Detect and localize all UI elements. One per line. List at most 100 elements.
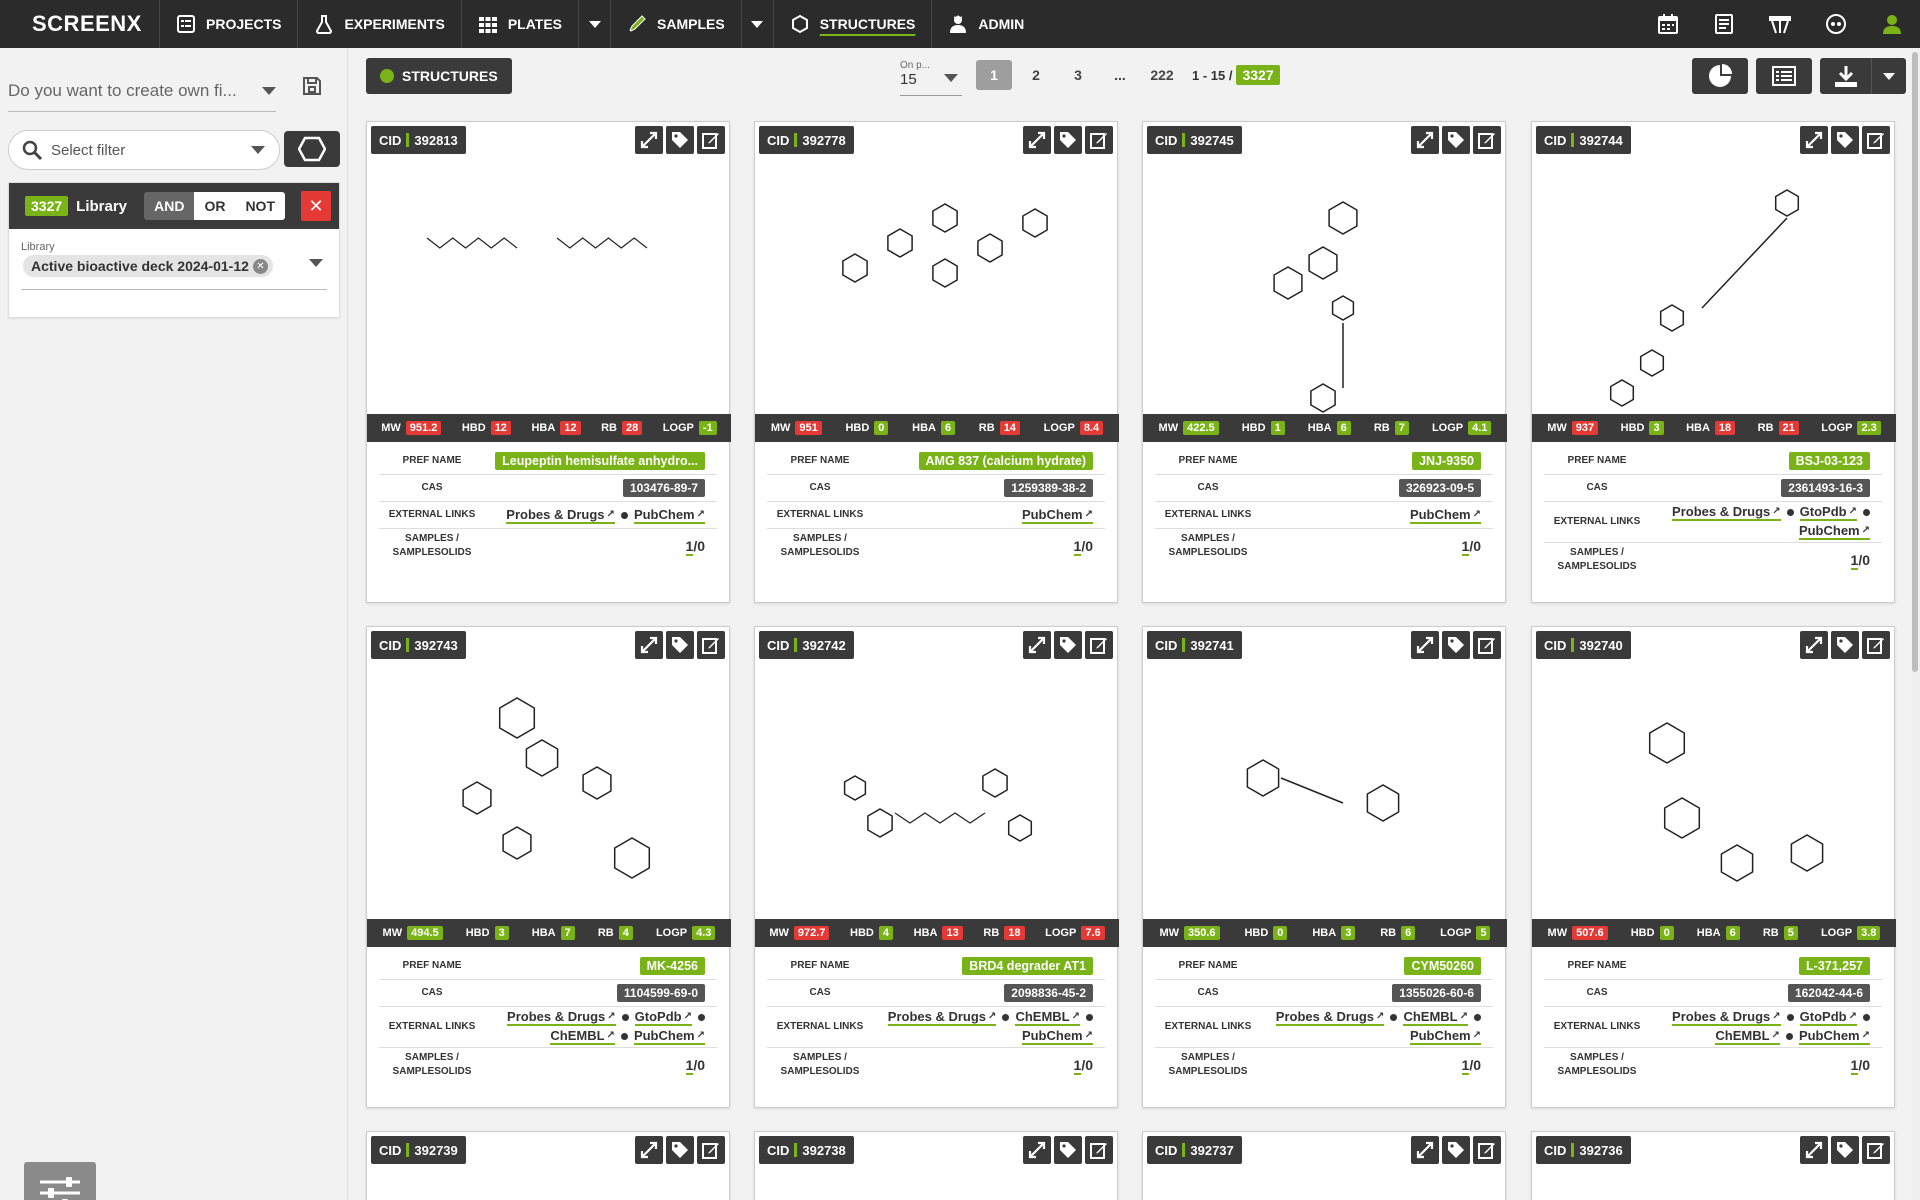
edit-button[interactable] — [1473, 126, 1501, 154]
structures-view-button[interactable]: STRUCTURES — [366, 58, 512, 94]
cas-value[interactable]: 103476-89-7 — [622, 479, 705, 497]
external-link[interactable]: Probes & Drugs ↗ — [506, 507, 615, 524]
nav-samples[interactable]: SAMPLES — [611, 0, 742, 48]
external-link[interactable]: GtoPdb ↗ — [634, 1009, 692, 1026]
tag-button[interactable] — [666, 631, 694, 659]
nav-plates[interactable]: PLATES — [462, 0, 580, 48]
download-button[interactable] — [1820, 58, 1872, 94]
expand-button[interactable] — [1411, 631, 1439, 659]
user-button[interactable] — [1864, 0, 1920, 48]
expand-button[interactable] — [635, 1136, 663, 1164]
pref-name-value[interactable]: JNJ-9350 — [1412, 452, 1481, 470]
molecule-structure-image[interactable] — [755, 158, 1119, 414]
external-link[interactable]: PubChem ↗ — [1409, 1028, 1481, 1045]
settings-toggle-button[interactable] — [24, 1162, 96, 1200]
cid-badge[interactable]: CID 392739 — [371, 1136, 466, 1164]
external-link[interactable]: ChEMBL ↗ — [1715, 1028, 1780, 1045]
logic-not-button[interactable]: NOT — [235, 192, 285, 220]
chip-remove-icon[interactable]: ✕ — [252, 259, 268, 274]
tag-button[interactable] — [1054, 1136, 1082, 1164]
external-link[interactable]: PubChem ↗ — [1021, 507, 1093, 524]
tag-button[interactable] — [666, 126, 694, 154]
expand-button[interactable] — [635, 631, 663, 659]
app-logo[interactable]: SCREENX — [0, 0, 160, 48]
page-button-1[interactable]: 1 — [976, 60, 1012, 90]
page-button-last[interactable]: 222 — [1144, 60, 1180, 90]
external-link[interactable]: Probes & Drugs ↗ — [1672, 1009, 1781, 1026]
cas-value[interactable]: 1104599-69-0 — [616, 984, 705, 1002]
nav-plates-dropdown[interactable] — [579, 0, 612, 48]
external-link[interactable]: PubChem ↗ — [1021, 1028, 1093, 1045]
expand-button[interactable] — [1800, 1136, 1828, 1164]
cas-value[interactable]: 1355026-60-6 — [1392, 984, 1481, 1002]
cas-value[interactable]: 326923-09-5 — [1398, 479, 1481, 497]
expand-button[interactable] — [1411, 1136, 1439, 1164]
edit-button[interactable] — [1862, 1136, 1890, 1164]
tag-button[interactable] — [1054, 631, 1082, 659]
library-dropdown-chevron-icon[interactable] — [309, 259, 323, 267]
bench-button[interactable] — [1752, 0, 1808, 48]
molecule-structure-image[interactable] — [367, 663, 731, 919]
cas-value[interactable]: 1259389-38-2 — [1004, 479, 1093, 497]
external-link[interactable]: PubChem ↗ — [1798, 1028, 1870, 1045]
tag-button[interactable] — [1831, 1136, 1859, 1164]
nav-projects[interactable]: PROJECTS — [160, 0, 299, 48]
pref-name-value[interactable]: MK-4256 — [639, 957, 705, 975]
cid-badge[interactable]: CID 392813 — [371, 126, 466, 154]
expand-button[interactable] — [635, 126, 663, 154]
tag-button[interactable] — [1831, 126, 1859, 154]
nav-admin[interactable]: ADMIN — [932, 0, 1040, 48]
per-page-select[interactable]: On p... 15 — [900, 60, 962, 96]
external-link[interactable]: PubChem ↗ — [1409, 507, 1481, 524]
external-link[interactable]: Probes & Drugs ↗ — [507, 1009, 616, 1026]
cid-badge[interactable]: CID 392741 — [1147, 631, 1242, 659]
cas-value[interactable]: 2098836-45-2 — [1004, 984, 1093, 1002]
cid-badge[interactable]: CID 392743 — [371, 631, 466, 659]
pref-name-value[interactable]: AMG 837 (calcium hydrate) — [918, 452, 1093, 470]
molecule-structure-image[interactable] — [1143, 663, 1507, 919]
expand-button[interactable] — [1800, 631, 1828, 659]
edit-button[interactable] — [1085, 1136, 1113, 1164]
tag-button[interactable] — [1054, 126, 1082, 154]
edit-button[interactable] — [697, 631, 725, 659]
molecule-structure-image[interactable] — [1143, 158, 1507, 414]
save-filter-button[interactable] — [296, 70, 328, 102]
external-link[interactable]: GtoPdb ↗ — [1799, 504, 1857, 521]
expand-button[interactable] — [1411, 126, 1439, 154]
edit-button[interactable] — [1473, 1136, 1501, 1164]
cid-badge[interactable]: CID 392736 — [1536, 1136, 1631, 1164]
filter-select[interactable]: Select filter — [8, 130, 280, 170]
list-view-button[interactable] — [1756, 58, 1812, 94]
pref-name-value[interactable]: L-371,257 — [1799, 957, 1870, 975]
edit-button[interactable] — [1085, 126, 1113, 154]
external-link[interactable]: ChEMBL ↗ — [1015, 1009, 1080, 1026]
chart-view-button[interactable] — [1692, 58, 1748, 94]
tag-button[interactable] — [1831, 631, 1859, 659]
cid-badge[interactable]: CID 392744 — [1536, 126, 1631, 154]
cas-value[interactable]: 162042-44-6 — [1787, 984, 1870, 1002]
cid-badge[interactable]: CID 392738 — [759, 1136, 854, 1164]
nav-samples-dropdown[interactable] — [742, 0, 774, 48]
nav-structures[interactable]: STRUCTURES — [774, 0, 933, 48]
external-link[interactable]: GtoPdb ↗ — [1799, 1009, 1857, 1026]
cid-badge[interactable]: CID 392745 — [1147, 126, 1242, 154]
tag-button[interactable] — [1442, 631, 1470, 659]
external-link[interactable]: PubChem ↗ — [633, 507, 705, 524]
external-link[interactable]: Probes & Drugs ↗ — [1672, 504, 1781, 521]
page-scrollbar[interactable] — [1910, 48, 1920, 1200]
page-button-2[interactable]: 2 — [1018, 60, 1054, 90]
cid-badge[interactable]: CID 392742 — [759, 631, 854, 659]
external-link[interactable]: Probes & Drugs ↗ — [1275, 1009, 1385, 1026]
notebook-button[interactable] — [1696, 0, 1752, 48]
structure-search-button[interactable] — [284, 131, 340, 167]
edit-button[interactable] — [1862, 126, 1890, 154]
pref-name-value[interactable]: BSJ-03-123 — [1788, 452, 1870, 470]
edit-button[interactable] — [1085, 631, 1113, 659]
molecule-structure-image[interactable] — [755, 663, 1119, 919]
saved-filter-select[interactable]: Do you want to create own fi... — [8, 70, 276, 112]
page-button-3[interactable]: 3 — [1060, 60, 1096, 90]
edit-button[interactable] — [697, 126, 725, 154]
pref-name-value[interactable]: Leupeptin hemisulfate anhydro... — [495, 452, 705, 470]
edit-button[interactable] — [1862, 631, 1890, 659]
expand-button[interactable] — [1023, 126, 1051, 154]
